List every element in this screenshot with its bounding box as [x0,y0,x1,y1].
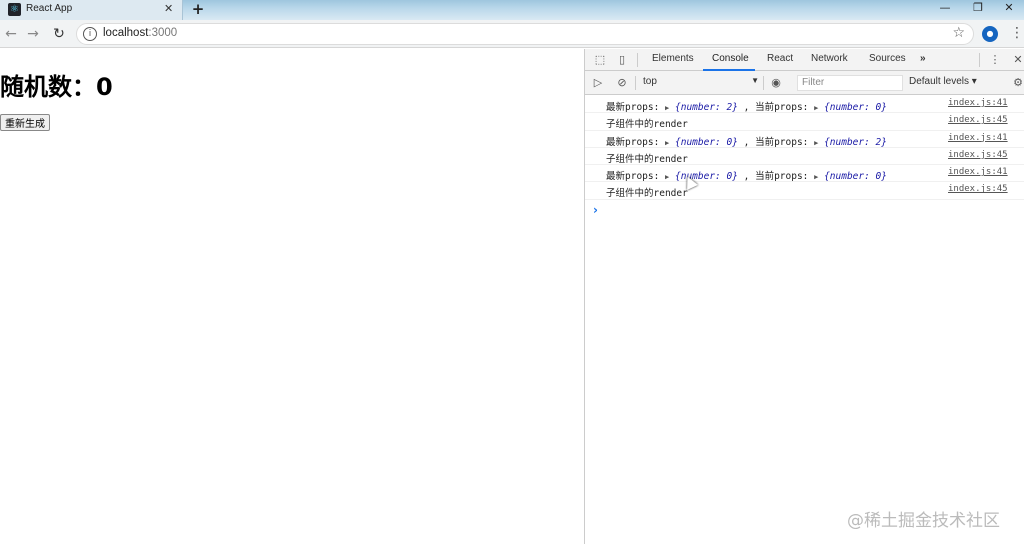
settings-gear-icon[interactable]: ⚙ [1011,76,1024,90]
back-arrow-icon[interactable]: ← [2,25,20,43]
tab-close-icon[interactable]: ✕ [164,2,173,15]
console-filter-input[interactable]: Filter [797,75,903,91]
console-log-row[interactable]: 子组件中的render index.js:45 [585,148,1024,166]
caret-down-icon: ▼ [751,76,759,85]
devtools-menu-icon[interactable]: ⋮ [988,53,1002,67]
window-close-button[interactable]: ✕ [993,0,1024,18]
bookmark-star-icon[interactable]: ☆ [952,25,965,41]
console-log-row[interactable]: 最新props: ▶ {number: 0} , 当前props: ▶ {num… [585,131,1024,148]
tab-react[interactable]: React [767,53,793,64]
restore-button[interactable]: ❐ [962,0,994,18]
source-link[interactable]: index.js:41 [948,167,1008,177]
forward-arrow-icon[interactable]: → [24,25,42,43]
console-log-row[interactable]: 最新props: ▶ {number: 0} , 当前props: ▶ {num… [585,165,1024,183]
context-label: top [643,76,657,87]
console-output: 最新props: ▶ {number: 2} , 当前props: ▶ {num… [585,96,1024,200]
page-content: 随机数：0 重新生成 [0,49,584,544]
react-favicon-icon: ⚛ [8,3,21,16]
console-log-row[interactable]: 最新props: ▶ {number: 2} , 当前props: ▶ {num… [585,96,1024,114]
browser-toolbar: ← → ↻ i localhost:3000 ☆ ● ⋮ [0,20,1024,48]
devtools-close-icon[interactable]: ✕ [1011,53,1024,67]
context-selector[interactable]: top ▼ [643,76,759,90]
address-bar[interactable]: i localhost:3000 ☆ [76,23,974,45]
divider [979,53,980,67]
minimize-button[interactable]: — [929,0,961,18]
inspect-element-icon[interactable]: ⬚ [593,53,607,67]
watermark: @稀土掘金技术社区 [847,511,1000,531]
divider [763,76,764,90]
source-link[interactable]: index.js:45 [948,150,1008,160]
divider [637,53,638,67]
regenerate-button[interactable]: 重新生成 [0,114,50,131]
tab-console[interactable]: Console [712,53,749,64]
browser-titlebar: ⚛ React App ✕ + — ❐ ✕ [0,0,1024,20]
browser-menu-icon[interactable]: ⋮ [1010,25,1024,41]
random-number-heading: 随机数：0 [0,73,113,101]
info-icon[interactable]: i [83,27,97,41]
source-link[interactable]: index.js:41 [948,133,1008,143]
url-text[interactable]: localhost:3000 [103,27,177,39]
clear-console-icon[interactable]: ⊘ [615,76,629,90]
tab-network[interactable]: Network [811,53,848,64]
devtools-tabbar: ⬚ ▯ Elements Console React Network Sourc… [585,49,1024,71]
tab-elements[interactable]: Elements [652,53,694,64]
source-link[interactable]: index.js:45 [948,115,1008,125]
device-toolbar-icon[interactable]: ▯ [615,53,629,67]
more-tabs-chevron-icon[interactable]: » [920,53,926,64]
tab-title: React App [26,3,73,14]
eye-icon[interactable]: ◉ [769,76,783,90]
divider [635,76,636,90]
profile-avatar-icon[interactable]: ● [982,26,998,42]
tab-sources[interactable]: Sources [869,53,906,64]
browser-tab[interactable]: ⚛ React App ✕ [0,0,183,20]
reload-icon[interactable]: ↻ [50,25,68,43]
source-link[interactable]: index.js:45 [948,184,1008,194]
console-prompt-icon[interactable]: › [593,203,598,217]
source-link[interactable]: index.js:41 [948,98,1008,108]
console-filterbar: ▷ ⊘ top ▼ ◉ Filter Default levels ▾ ⚙ [585,71,1024,95]
devtools-panel: ⬚ ▯ Elements Console React Network Sourc… [584,49,1024,544]
console-log-row[interactable]: 子组件中的render index.js:45 [585,113,1024,131]
sidebar-toggle-icon[interactable]: ▷ [591,76,605,90]
console-log-row[interactable]: 子组件中的render index.js:45 [585,182,1024,200]
new-tab-button[interactable]: + [188,0,208,18]
log-levels-dropdown[interactable]: Default levels ▾ [909,76,977,87]
